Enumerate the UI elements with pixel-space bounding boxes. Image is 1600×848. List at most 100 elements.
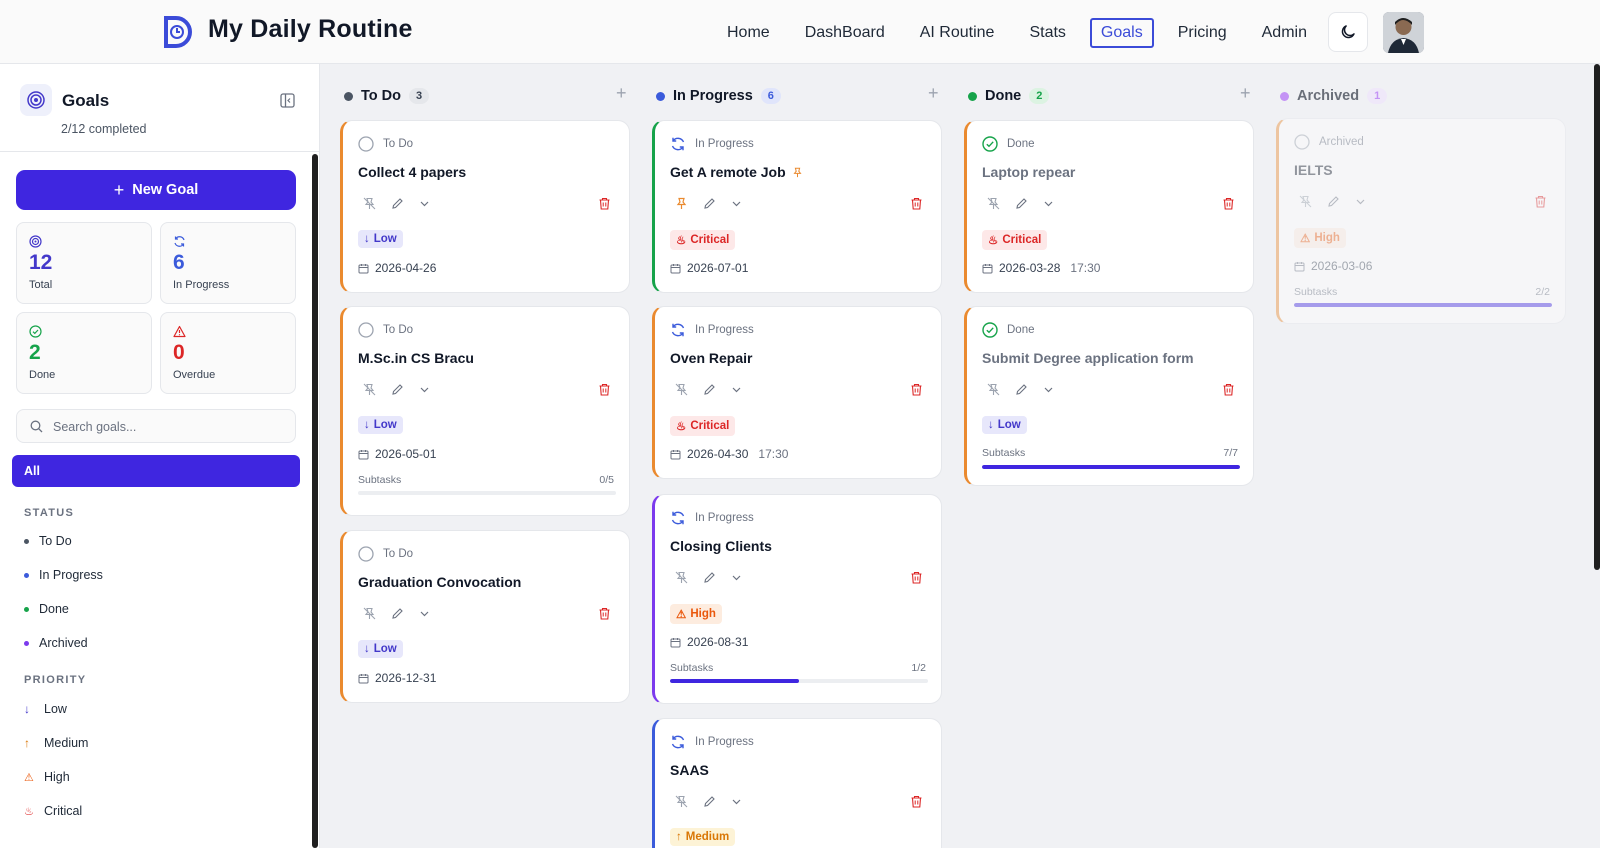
progress-fill bbox=[982, 465, 1240, 469]
filter-status-todo[interactable]: To Do bbox=[24, 534, 72, 548]
pin-off-icon[interactable] bbox=[363, 197, 376, 210]
add-card-button[interactable]: + bbox=[928, 83, 939, 104]
card-title: Collect 4 papers bbox=[358, 164, 466, 180]
edit-icon[interactable] bbox=[1327, 195, 1340, 208]
trash-icon[interactable] bbox=[910, 795, 923, 808]
app-title[interactable]: My Daily Routine bbox=[208, 15, 413, 44]
nav-dashboard[interactable]: DashBoard bbox=[794, 18, 896, 48]
nav-home[interactable]: Home bbox=[716, 18, 781, 48]
filter-priority-critical[interactable]: ♨ Critical bbox=[24, 804, 82, 818]
main-nav: Home DashBoard AI Routine Stats Goals Pr… bbox=[716, 18, 1331, 48]
filter-all-button[interactable]: All bbox=[12, 455, 300, 487]
pin-off-icon[interactable] bbox=[1299, 195, 1312, 208]
chevron-down-icon[interactable] bbox=[1043, 198, 1054, 209]
goal-card[interactable]: To Do Graduation Convocation ↓ Low 2026-1… bbox=[340, 530, 630, 703]
filter-status-archived[interactable]: Archived bbox=[24, 636, 88, 650]
pin-off-icon[interactable] bbox=[363, 607, 376, 620]
goal-card[interactable]: In Progress Closing Clients ⚠ High 2026-0… bbox=[652, 494, 942, 704]
pin-off-icon[interactable] bbox=[675, 383, 688, 396]
goal-card[interactable]: Archived IELTS ⚠ High 2026-03-06 Subtasks… bbox=[1276, 118, 1566, 324]
filter-priority-high[interactable]: ⚠ High bbox=[24, 770, 70, 784]
chevron-down-icon[interactable] bbox=[1043, 384, 1054, 395]
priority-badge: ↑ Medium bbox=[670, 828, 736, 846]
edit-icon[interactable] bbox=[391, 197, 404, 210]
nav-ai-routine[interactable]: AI Routine bbox=[909, 18, 1006, 48]
trash-icon[interactable] bbox=[1222, 197, 1235, 210]
user-avatar[interactable] bbox=[1383, 12, 1424, 53]
goal-card[interactable]: Done Laptop repear ♨ Critical 2026-03-28 … bbox=[964, 120, 1254, 293]
goal-card[interactable]: In Progress Oven Repair ♨ Critical 2026-0… bbox=[652, 306, 942, 479]
chevron-down-icon[interactable] bbox=[419, 384, 430, 395]
filter-status-in-progress[interactable]: In Progress bbox=[24, 568, 103, 582]
edit-icon[interactable] bbox=[391, 383, 404, 396]
edit-icon[interactable] bbox=[1015, 197, 1028, 210]
goal-card[interactable]: To Do Collect 4 papers ↓ Low 2026-04-26 bbox=[340, 120, 630, 293]
goal-card[interactable]: In Progress SAAS ↑ Medium bbox=[652, 718, 942, 848]
trash-icon[interactable] bbox=[910, 383, 923, 396]
pin-off-icon[interactable] bbox=[987, 197, 1000, 210]
chevron-down-icon[interactable] bbox=[731, 796, 742, 807]
trash-icon[interactable] bbox=[1534, 195, 1547, 208]
edit-icon[interactable] bbox=[1015, 383, 1028, 396]
edit-icon[interactable] bbox=[703, 571, 716, 584]
trash-icon[interactable] bbox=[598, 383, 611, 396]
goal-card[interactable]: To Do M.Sc.in CS Bracu ↓ Low 2026-05-01 S… bbox=[340, 306, 630, 516]
trash-icon[interactable] bbox=[598, 607, 611, 620]
edit-icon[interactable] bbox=[703, 383, 716, 396]
chevron-down-icon[interactable] bbox=[731, 384, 742, 395]
arrow-up-icon: ↑ bbox=[24, 736, 30, 750]
card-status-label: Done bbox=[1007, 324, 1035, 336]
nav-admin[interactable]: Admin bbox=[1251, 18, 1318, 48]
card-status: In Progress bbox=[670, 322, 754, 338]
sidebar-scrollbar[interactable] bbox=[312, 154, 318, 848]
trash-icon[interactable] bbox=[910, 197, 923, 210]
app-logo-icon[interactable] bbox=[162, 15, 194, 49]
progress-fill bbox=[670, 679, 799, 683]
search-input[interactable] bbox=[53, 417, 283, 437]
add-card-button[interactable]: + bbox=[616, 83, 627, 104]
pin-off-icon[interactable] bbox=[363, 383, 376, 396]
pin-off-icon[interactable] bbox=[675, 795, 688, 808]
chevron-down-icon[interactable] bbox=[731, 198, 742, 209]
trash-icon[interactable] bbox=[910, 571, 923, 584]
card-status-label: To Do bbox=[383, 138, 414, 150]
goal-card[interactable]: Done Submit Degree application form ↓ Low… bbox=[964, 306, 1254, 486]
chevron-down-icon[interactable] bbox=[731, 572, 742, 583]
filter-priority-label: Medium bbox=[44, 736, 89, 750]
nav-stats[interactable]: Stats bbox=[1018, 18, 1076, 48]
card-actions bbox=[363, 197, 430, 210]
card-title: Graduation Convocation bbox=[358, 574, 521, 590]
filter-priority-medium[interactable]: ↑ Medium bbox=[24, 736, 88, 750]
chevron-down-icon[interactable] bbox=[1355, 196, 1366, 207]
priority-badge: ♨ Critical bbox=[670, 230, 736, 250]
add-card-button[interactable]: + bbox=[1240, 83, 1251, 104]
arrow-down-icon: ↓ bbox=[364, 643, 370, 655]
collapse-sidebar-icon[interactable] bbox=[280, 93, 295, 108]
theme-toggle-button[interactable] bbox=[1328, 12, 1368, 52]
nav-pricing[interactable]: Pricing bbox=[1167, 18, 1238, 48]
pin-off-icon[interactable] bbox=[987, 383, 1000, 396]
trash-icon[interactable] bbox=[1222, 383, 1235, 396]
card-status-label: In Progress bbox=[695, 138, 754, 150]
new-goal-button[interactable]: + New Goal bbox=[16, 170, 296, 210]
chevron-down-icon[interactable] bbox=[419, 198, 430, 209]
chevron-down-icon[interactable] bbox=[419, 608, 430, 619]
pin-icon[interactable] bbox=[675, 197, 688, 210]
calendar-icon bbox=[670, 449, 681, 459]
stat-done-value: 2 bbox=[29, 341, 41, 364]
subtasks-label: Subtasks bbox=[358, 474, 402, 486]
edit-icon[interactable] bbox=[391, 607, 404, 620]
edit-icon[interactable] bbox=[703, 197, 716, 210]
board-scrollbar[interactable] bbox=[1594, 64, 1600, 570]
pin-off-icon[interactable] bbox=[675, 571, 688, 584]
goal-card[interactable]: In Progress Get A remote Job ♨ Critical 2… bbox=[652, 120, 942, 293]
edit-icon[interactable] bbox=[703, 795, 716, 808]
column-count-badge: 1 bbox=[1367, 88, 1388, 104]
filter-priority-low[interactable]: ↓ Low bbox=[24, 702, 67, 716]
due-date-text: 2026-03-06 bbox=[1311, 259, 1373, 273]
stat-total-value: 12 bbox=[29, 251, 53, 274]
filter-status-done[interactable]: Done bbox=[24, 602, 69, 616]
trash-icon[interactable] bbox=[598, 197, 611, 210]
plus-icon: + bbox=[113, 180, 125, 200]
nav-goals[interactable]: Goals bbox=[1089, 18, 1154, 48]
